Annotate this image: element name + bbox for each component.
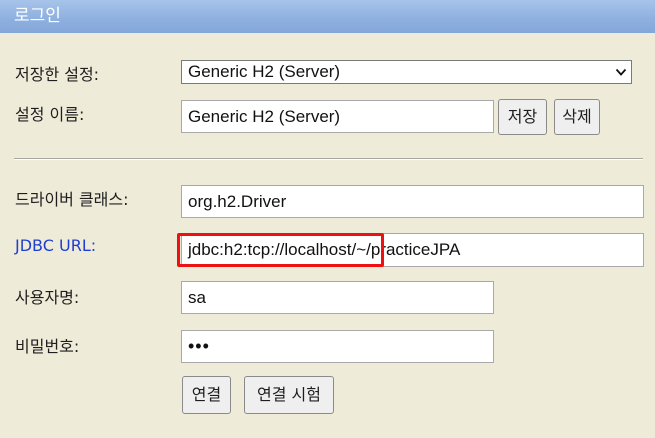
setting-name-label: 설정 이름:	[15, 105, 85, 124]
jdbc-url-label: JDBC URL:	[15, 236, 97, 255]
test-connection-button[interactable]: 연결 시험	[244, 376, 334, 414]
username-label: 사용자명:	[15, 288, 80, 307]
password-input[interactable]: •••	[181, 330, 494, 363]
connect-button[interactable]: 연결	[182, 376, 231, 414]
login-title: 로그인	[14, 6, 61, 26]
driver-class-label: 드라이버 클래스:	[15, 190, 129, 209]
jdbc-url-input[interactable]: jdbc:h2:tcp://localhost/~/practiceJPA	[181, 233, 644, 267]
username-input[interactable]: sa	[181, 281, 494, 314]
section-divider	[14, 158, 643, 160]
driver-class-input[interactable]: org.h2.Driver	[181, 185, 644, 218]
login-title-bar: 로그인	[0, 0, 655, 33]
password-label: 비밀번호:	[15, 337, 80, 356]
delete-setting-button[interactable]: 삭제	[554, 99, 600, 135]
setting-name-input[interactable]: Generic H2 (Server)	[181, 100, 494, 133]
save-setting-button[interactable]: 저장	[498, 99, 547, 135]
saved-settings-select[interactable]: Generic H2 (Server)	[181, 60, 632, 84]
saved-settings-selected: Generic H2 (Server)	[188, 62, 341, 81]
chevron-down-icon	[615, 68, 627, 76]
saved-settings-label: 저장한 설정:	[15, 65, 100, 84]
